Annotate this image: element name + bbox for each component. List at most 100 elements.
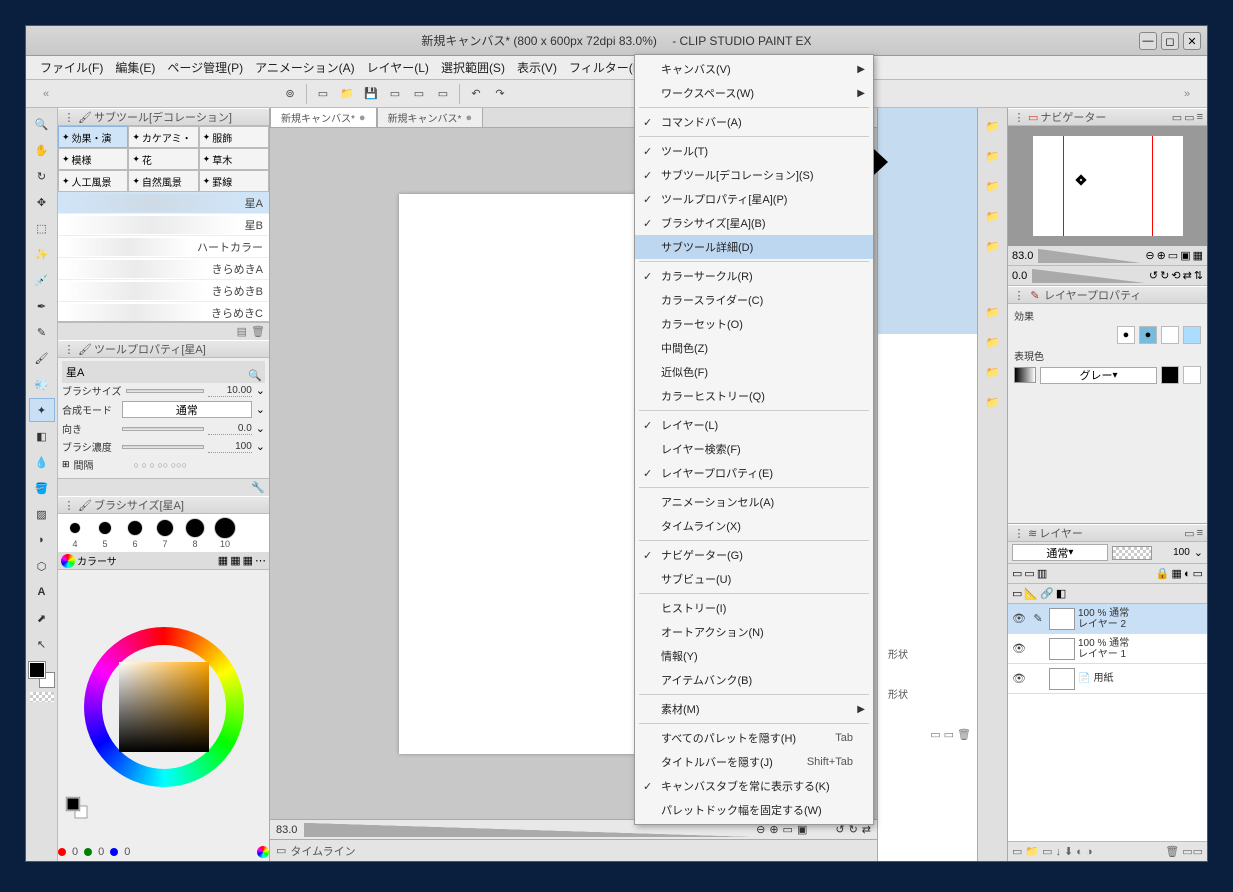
full-icon[interactable]: ▣	[1180, 249, 1190, 262]
eraser-tool-icon[interactable]: ◧	[29, 424, 55, 448]
menu-item[interactable]: ワークスペース(W)▶	[635, 81, 873, 105]
menu-item[interactable]: キャンバス(V)▶	[635, 57, 873, 81]
layer-row[interactable]: 👁✎100 % 通常レイヤー 2	[1008, 604, 1207, 634]
menu-item[interactable]: ✓ツールプロパティ[星A](P)	[635, 187, 873, 211]
trash-icon[interactable]: 🗑	[957, 728, 971, 741]
mask-icon[interactable]: ▭	[1012, 587, 1022, 600]
menu-item[interactable]: タイムライン(X)	[635, 514, 873, 538]
menu-item[interactable]: カラースライダー(C)	[635, 288, 873, 312]
rect1-icon[interactable]: ▭	[383, 83, 407, 105]
eyedropper-tool-icon[interactable]: 💉	[29, 268, 55, 292]
menu-item[interactable]: ✓ナビゲーター(G)	[635, 543, 873, 567]
lock-pixel-icon[interactable]: ▦	[1172, 567, 1182, 580]
effect-border-icon[interactable]: ●	[1117, 326, 1135, 344]
effect-color-icon[interactable]	[1183, 326, 1201, 344]
menu-item[interactable]: ✓レイヤー(L)	[635, 413, 873, 437]
category-button[interactable]: ✦ 罫線	[199, 170, 269, 192]
rect2-icon[interactable]: ▭	[407, 83, 431, 105]
color-wheel-area[interactable]	[58, 570, 269, 843]
trash-icon[interactable]: 🗑	[1165, 845, 1179, 858]
tab-icon[interactable]: ▭	[1184, 527, 1194, 540]
category-button[interactable]: ✦ 模様	[58, 148, 128, 170]
menu-2[interactable]: ページ管理(P)	[161, 56, 249, 79]
brush-item[interactable]: 星B	[58, 214, 269, 236]
menu-item[interactable]: 素材(M)▶	[635, 697, 873, 721]
flip-v-icon[interactable]: ⇅	[1194, 269, 1203, 282]
color-tag-icon[interactable]: ◧	[1056, 587, 1066, 600]
brush-size-preset[interactable]: 8	[181, 517, 209, 549]
express-color-select[interactable]: グレー ▾	[1040, 367, 1157, 384]
menu-5[interactable]: 選択範囲(S)	[435, 56, 511, 79]
layer-blend-select[interactable]: 通常 ▾	[1012, 544, 1108, 561]
direction-slider[interactable]	[122, 427, 204, 431]
folder-icon[interactable]: 📁	[980, 114, 1006, 138]
chevron-icon[interactable]: ⌄	[256, 422, 265, 435]
folder-icon[interactable]: 📁	[980, 144, 1006, 168]
menu-0[interactable]: ファイル(F)	[34, 56, 109, 79]
minimize-button[interactable]: —	[1139, 32, 1157, 50]
mask-icon[interactable]: ◐	[1076, 846, 1083, 858]
menu-item[interactable]: ✓カラーサークル(R)	[635, 264, 873, 288]
open-icon[interactable]: 📁	[335, 83, 359, 105]
flip-h-icon[interactable]: ⇄	[1183, 269, 1192, 282]
black-swatch[interactable]	[1161, 366, 1179, 384]
menu-item[interactable]: ヒストリー(I)	[635, 596, 873, 620]
color-mode-icon[interactable]	[257, 846, 269, 858]
zoom-in-icon[interactable]: ⊕	[1157, 249, 1166, 262]
brush-item[interactable]: きらめきC	[58, 302, 269, 322]
document-tab[interactable]: 新規キャンバス* ●	[270, 108, 377, 127]
folder-icon[interactable]: 📁	[980, 204, 1006, 228]
menu-item[interactable]: カラーヒストリー(Q)	[635, 384, 873, 408]
menu-item[interactable]: 近似色(F)	[635, 360, 873, 384]
category-button[interactable]: ✦ 自然風景	[128, 170, 198, 192]
menu-item[interactable]: アニメーションセル(A)	[635, 490, 873, 514]
density-value[interactable]: 100	[208, 441, 252, 453]
brush-size-value[interactable]: 10.00	[208, 385, 252, 397]
eye-icon[interactable]: 👁	[1011, 642, 1027, 655]
marquee-tool-icon[interactable]: ⬚	[29, 216, 55, 240]
chevron-icon[interactable]: ⌄	[256, 403, 265, 416]
correct-tool-icon[interactable]: ↖	[29, 632, 55, 656]
rect3-icon[interactable]: ▭	[431, 83, 455, 105]
menu-item[interactable]: ✓レイヤープロパティ(E)	[635, 461, 873, 485]
eye-icon[interactable]: 👁	[1011, 612, 1027, 625]
titlebar[interactable]: 新規キャンバス* (800 x 600px 72dpi 83.0%) - CLI…	[26, 26, 1207, 56]
menu-item[interactable]: パレットドック幅を固定する(W)	[635, 798, 873, 822]
clip-icon[interactable]: ◐	[1184, 568, 1191, 580]
collapse-right-icon[interactable]: »	[1167, 88, 1207, 100]
tab-icon[interactable]: ▭	[1184, 111, 1194, 124]
move-tool-icon[interactable]: ✥	[29, 190, 55, 214]
close-tab-icon[interactable]: ●	[359, 112, 366, 124]
figure-tool-icon[interactable]: ⬡	[29, 554, 55, 578]
brush-size-preset[interactable]: 6	[121, 517, 149, 549]
rotate-ccw-icon[interactable]: ↺	[1149, 269, 1158, 282]
icon[interactable]: ▭	[930, 728, 940, 741]
brush-list[interactable]: 星A星BハートカラーきらめきAきらめきBきらめきC	[58, 192, 269, 322]
folder-icon[interactable]: 📁	[980, 234, 1006, 258]
category-button[interactable]: ✦ 草木	[199, 148, 269, 170]
menu-item[interactable]: ✓コマンドバー(A)	[635, 110, 873, 134]
new-layer2-icon[interactable]: ▭	[1042, 845, 1052, 858]
blend-tool-icon[interactable]: 💧	[29, 450, 55, 474]
direction-value[interactable]: 0.0	[208, 423, 252, 435]
lock-icon[interactable]: ▭	[1024, 567, 1034, 580]
transparent-swatch[interactable]	[30, 692, 54, 702]
fit-icon[interactable]: ▭	[1168, 249, 1178, 262]
link-icon[interactable]: 🔗	[1040, 587, 1054, 600]
new-icon[interactable]: ▭	[311, 83, 335, 105]
spiral-icon[interactable]: ⊚	[278, 83, 302, 105]
menu-item[interactable]: アイテムバンク(B)	[635, 668, 873, 692]
opacity-slider[interactable]	[1112, 546, 1152, 560]
folder-icon[interactable]: 📁	[980, 330, 1006, 354]
menu-item[interactable]: 中間色(Z)	[635, 336, 873, 360]
brush-item[interactable]: きらめきB	[58, 280, 269, 302]
wrench-icon[interactable]: 🔧	[251, 481, 265, 494]
folder-icon[interactable]: 📁	[980, 360, 1006, 384]
menu-item[interactable]: 情報(Y)	[635, 644, 873, 668]
lock-icon[interactable]: ▥	[1037, 567, 1047, 580]
document-tab[interactable]: 新規キャンバス* ●	[377, 108, 484, 127]
text-tool-icon[interactable]: A	[29, 580, 55, 604]
transfer-icon[interactable]: ↓	[1056, 846, 1062, 858]
effect-tone-icon[interactable]: ●	[1139, 326, 1157, 344]
brush-size-preset[interactable]: 4	[61, 517, 89, 549]
